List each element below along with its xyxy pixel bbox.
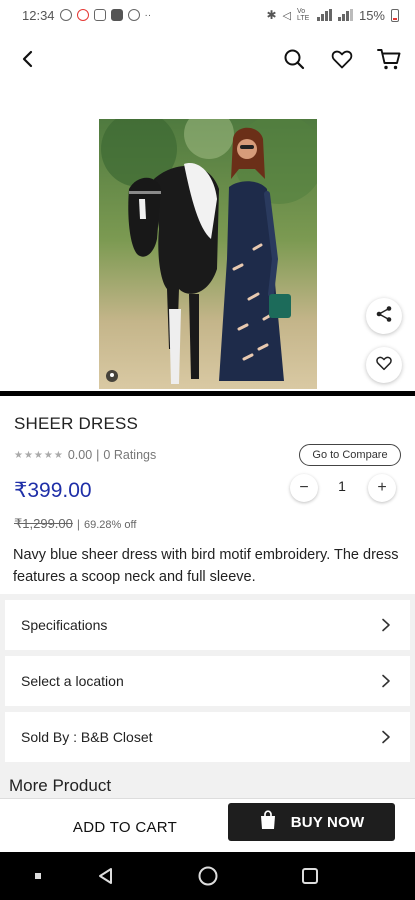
whatsapp-icon [59, 9, 72, 21]
bottom-action-bar: ADD TO CART BUY NOW [0, 798, 415, 852]
product-description: Navy blue sheer dress with bird motif em… [13, 547, 399, 585]
home-nav-icon[interactable] [196, 864, 220, 888]
notification-icon [76, 9, 89, 21]
cart-icon[interactable] [372, 42, 406, 76]
top-navigation [0, 30, 415, 88]
product-gallery [0, 88, 415, 391]
notification-icon [110, 9, 123, 21]
battery-percent: 15% [358, 7, 385, 23]
increase-quantity-button[interactable]: + [368, 474, 396, 502]
back-nav-icon[interactable] [94, 864, 118, 888]
add-to-cart-button[interactable]: ADD TO CART [20, 809, 230, 845]
star-rating-icon: ★★★★★ [14, 449, 64, 461]
battery-icon [391, 8, 399, 22]
rating-value: 0.00 [67, 448, 93, 462]
buy-now-button[interactable]: BUY NOW [228, 803, 395, 841]
quantity-value: 1 [338, 478, 346, 494]
ratings-count: 0 Ratings [103, 448, 157, 462]
product-info: SHEER DRESS ★★★★★ 0.00 | 0 Ratings Go to… [0, 396, 415, 594]
product-title: SHEER DRESS [14, 414, 139, 433]
specifications-row[interactable]: Specifications [5, 600, 410, 650]
rating-separator: | [96, 448, 100, 462]
system-navigation-bar [0, 852, 415, 900]
signal-icon [316, 9, 332, 21]
chevron-right-icon [378, 729, 394, 745]
notification-icon [93, 9, 106, 21]
heart-icon[interactable] [325, 42, 359, 76]
chevron-right-icon [378, 673, 394, 689]
bluetooth-icon: ✱ [266, 8, 277, 22]
select-location-label: Select a location [21, 673, 124, 689]
discount-label: 69.28% off [84, 519, 137, 531]
share-icon [375, 305, 393, 328]
decrease-quantity-button[interactable]: − [290, 474, 318, 502]
status-time: 12:34 [22, 7, 55, 23]
shopping-bag-icon [259, 810, 277, 834]
back-arrow-icon[interactable] [11, 42, 45, 76]
specifications-label: Specifications [21, 617, 108, 633]
wishlist-button[interactable] [366, 347, 402, 383]
product-image[interactable] [99, 119, 317, 389]
more-product-heading: More Product [9, 776, 112, 795]
status-bar: 12:34 ·· ✱ ◁ Vo LTE 15% [0, 0, 415, 30]
buy-now-label: BUY NOW [290, 813, 365, 831]
original-price: ₹1,299.00 [14, 516, 73, 531]
select-location-row[interactable]: Select a location [5, 656, 410, 706]
search-icon[interactable] [277, 42, 311, 76]
mute-icon: ◁ [282, 9, 291, 22]
product-price: ₹399.00 [14, 479, 92, 502]
recents-nav-icon[interactable] [298, 864, 322, 888]
price-separator: | [76, 517, 80, 531]
volte-label: Vo LTE [296, 8, 310, 22]
notification-icon [127, 9, 140, 21]
price-details: ₹1,299.00 | 69.28% off [14, 516, 136, 532]
quantity-stepper: − 1 + [288, 474, 400, 502]
share-button[interactable] [366, 298, 402, 334]
signal-icon [337, 9, 353, 21]
sold-by-label: Sold By : B&B Closet [21, 729, 153, 745]
sold-by-row[interactable]: Sold By : B&B Closet [5, 712, 410, 762]
more-notifications-icon: ·· [144, 9, 152, 21]
rating-row: ★★★★★ 0.00 | 0 Ratings [14, 448, 156, 462]
go-to-compare-button[interactable]: Go to Compare [299, 444, 401, 466]
menu-dot-icon[interactable] [26, 864, 50, 888]
heart-icon [375, 354, 393, 377]
chevron-right-icon [378, 617, 394, 633]
